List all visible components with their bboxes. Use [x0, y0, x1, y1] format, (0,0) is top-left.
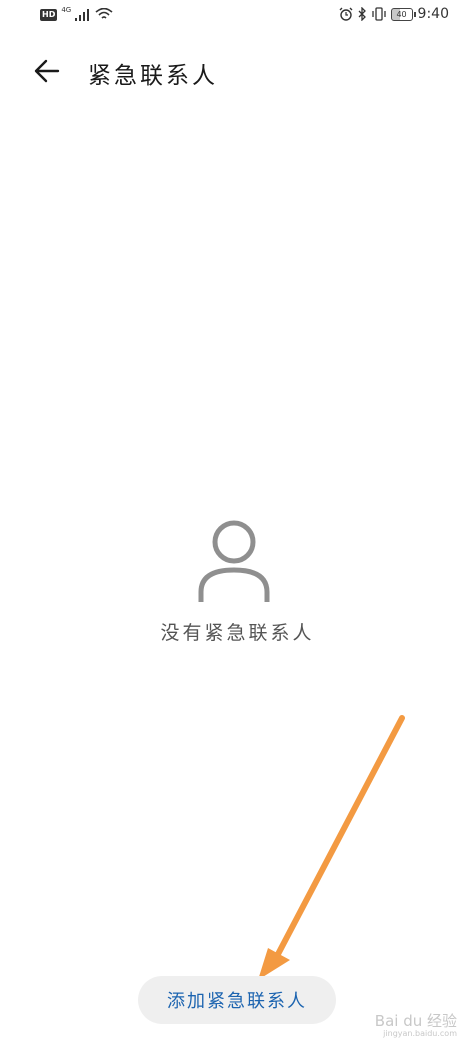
bluetooth-icon: [358, 7, 366, 21]
network-type: 4G: [61, 6, 72, 14]
watermark-subtext: jingyan.baidu.com: [383, 1029, 457, 1038]
alarm-icon: [339, 7, 353, 21]
clock: 9:40: [417, 6, 449, 22]
back-button[interactable]: [28, 52, 66, 90]
vibrate-icon: [371, 7, 386, 21]
hd-badge: HD: [40, 8, 58, 21]
signal-icon: [75, 8, 90, 21]
wifi-icon: [95, 8, 113, 19]
page-title: 紧急联系人: [88, 63, 218, 89]
empty-state: 没有紧急联系人: [0, 518, 475, 644]
status-right: 40 9:40: [339, 6, 449, 22]
arrow-left-icon: [34, 59, 60, 83]
watermark-text: Bai du 经验: [374, 1012, 457, 1030]
empty-state-text: 没有紧急联系人: [160, 622, 315, 644]
add-emergency-contact-button[interactable]: 添加紧急联系人: [138, 976, 336, 1024]
app-header: 紧急联系人: [0, 48, 475, 94]
person-icon: [198, 520, 270, 602]
battery-icon: 40: [390, 7, 416, 21]
watermark: Bai du 经验 jingyan.baidu.com: [375, 1014, 457, 1039]
status-bar: HD 4G 40 9:40: [0, 0, 475, 34]
status-left: HD 4G: [40, 6, 113, 21]
